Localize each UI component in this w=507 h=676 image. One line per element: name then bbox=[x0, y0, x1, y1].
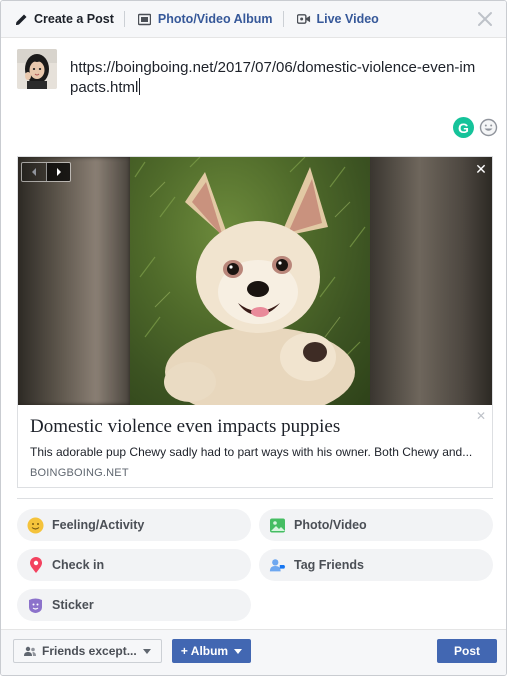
check-in-button[interactable]: Check in bbox=[17, 549, 251, 581]
carousel-prev-icon[interactable] bbox=[22, 163, 46, 181]
feeling-activity-button[interactable]: Feeling/Activity bbox=[17, 509, 251, 541]
grammarly-icon[interactable]: G bbox=[453, 117, 474, 138]
pencil-icon bbox=[14, 12, 28, 26]
audience-selector-button[interactable]: Friends except... bbox=[13, 639, 162, 663]
actions-divider bbox=[17, 498, 493, 499]
add-album-label: + Album bbox=[180, 644, 229, 658]
photo-icon bbox=[269, 517, 286, 534]
link-preview-body: Domestic violence even impacts puppies T… bbox=[18, 405, 492, 487]
close-icon[interactable] bbox=[476, 10, 494, 28]
video-camera-icon bbox=[296, 12, 311, 26]
link-preview-card[interactable]: ✕ Domestic violence even impacts puppies… bbox=[17, 156, 493, 488]
tab-live-video[interactable]: Live Video bbox=[284, 1, 389, 38]
location-pin-icon bbox=[27, 556, 44, 574]
photo-video-label: Photo/Video bbox=[294, 518, 367, 532]
add-album-button[interactable]: + Album bbox=[172, 639, 251, 663]
photo-video-button[interactable]: Photo/Video bbox=[259, 509, 493, 541]
tab-photo-video-album[interactable]: Photo/Video Album bbox=[125, 1, 283, 38]
dismiss-preview-glyph: ✕ bbox=[475, 409, 486, 423]
sticker-label: Sticker bbox=[52, 598, 94, 612]
sticker-icon bbox=[27, 597, 44, 614]
smiley-icon bbox=[27, 517, 44, 534]
text-cursor bbox=[139, 78, 141, 95]
tab-photo-video-album-label: Photo/Video Album bbox=[157, 12, 273, 26]
user-avatar[interactable] bbox=[17, 49, 57, 89]
dismiss-preview-icon[interactable]: ✕ bbox=[476, 409, 486, 423]
image-blur-right bbox=[370, 157, 492, 405]
carousel-next-icon[interactable] bbox=[46, 163, 70, 181]
puppy-photo bbox=[130, 157, 370, 405]
post-button[interactable]: Post bbox=[437, 639, 497, 663]
link-preview-description: This adorable pup Chewy sadly had to par… bbox=[30, 445, 473, 459]
tag-friends-label: Tag Friends bbox=[294, 558, 364, 572]
image-blur-left bbox=[18, 157, 130, 405]
check-in-label: Check in bbox=[52, 558, 105, 572]
remove-image-glyph: ✕ bbox=[475, 161, 487, 177]
grammarly-glyph: G bbox=[458, 119, 469, 136]
carousel-arrows bbox=[21, 162, 71, 182]
link-preview-domain: BOINGBOING.NET bbox=[30, 467, 129, 479]
emoji-picker-icon[interactable] bbox=[479, 118, 498, 137]
friends-except-icon bbox=[23, 646, 37, 657]
chevron-down-icon bbox=[234, 648, 243, 654]
chevron-down-icon bbox=[142, 648, 151, 654]
link-preview-image: ✕ bbox=[18, 157, 492, 405]
composer-footer: Friends except... + Album Post bbox=[1, 629, 506, 675]
composer-text-value: https://boingboing.net/2017/07/06/domest… bbox=[70, 59, 476, 96]
tag-friends-icon bbox=[269, 557, 286, 574]
composer-input[interactable]: https://boingboing.net/2017/07/06/domest… bbox=[70, 58, 480, 98]
tag-friends-button[interactable]: Tag Friends bbox=[259, 549, 493, 581]
tab-create-post[interactable]: Create a Post bbox=[1, 1, 124, 38]
tab-live-video-label: Live Video bbox=[316, 12, 379, 26]
photo-album-icon bbox=[138, 12, 152, 26]
audience-label: Friends except... bbox=[42, 644, 137, 658]
create-post-dialog: Create a Post Photo/Video Album Live Vid… bbox=[0, 0, 507, 676]
remove-image-icon[interactable]: ✕ bbox=[474, 162, 488, 176]
sticker-button[interactable]: Sticker bbox=[17, 589, 251, 621]
composer-tabs: Create a Post Photo/Video Album Live Vid… bbox=[1, 1, 506, 38]
post-label: Post bbox=[453, 644, 480, 658]
tab-create-post-label: Create a Post bbox=[34, 12, 114, 26]
link-preview-title: Domestic violence even impacts puppies bbox=[30, 416, 341, 437]
feeling-activity-label: Feeling/Activity bbox=[52, 518, 145, 532]
